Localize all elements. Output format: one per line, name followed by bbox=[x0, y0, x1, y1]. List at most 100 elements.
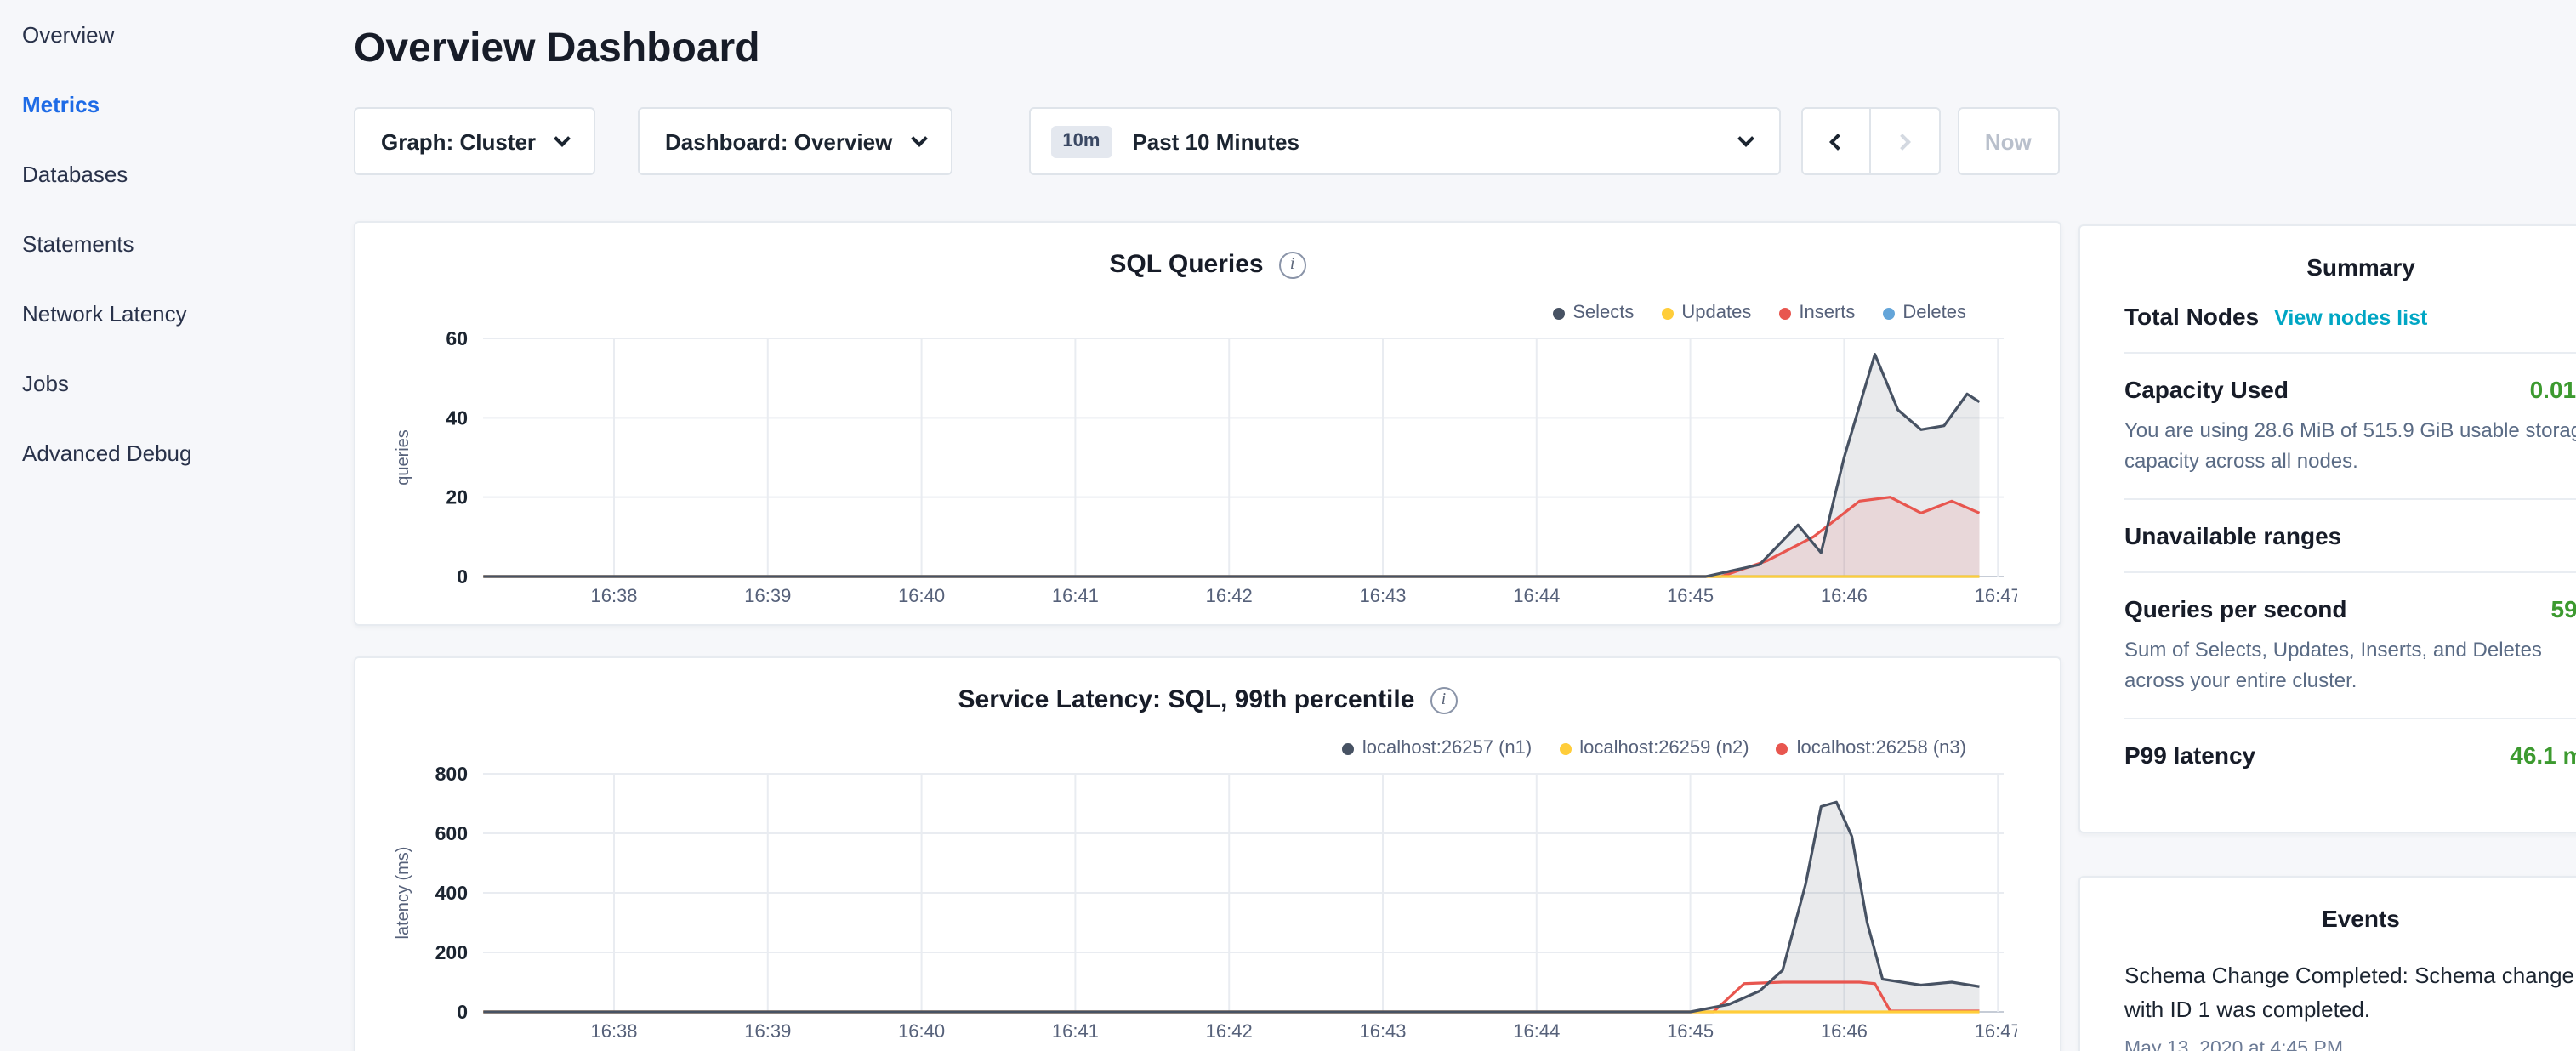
chevron-down-icon bbox=[554, 129, 571, 146]
view-nodes-list-link[interactable]: View nodes list bbox=[2274, 306, 2427, 330]
chart-title: SQL Queries bbox=[1109, 250, 1263, 279]
legend-label: Inserts bbox=[1799, 303, 1855, 323]
svg-text:queries: queries bbox=[394, 429, 412, 486]
sidebar-item-jobs[interactable]: Jobs bbox=[0, 349, 340, 418]
legend-label: Deletes bbox=[1902, 303, 1966, 323]
legend-label: localhost:26258 (n3) bbox=[1797, 738, 1966, 758]
chart-title-row: SQL Queries i bbox=[355, 223, 2060, 279]
legend-item: localhost:26257 (n1) bbox=[1342, 738, 1532, 758]
svg-text:16:43: 16:43 bbox=[1359, 1020, 1406, 1042]
summary-label: Unavailable ranges bbox=[2124, 522, 2341, 549]
summary-row-total-nodes: Total Nodes View nodes list 3 bbox=[2124, 281, 2576, 354]
svg-text:16:44: 16:44 bbox=[1513, 585, 1560, 606]
time-range-label: Past 10 Minutes bbox=[1132, 128, 1299, 154]
summary-row-p99-latency: P99 latency 46.1 ms bbox=[2124, 719, 2576, 791]
toolbar: Graph: Cluster Dashboard: Overview 10m P… bbox=[354, 107, 2061, 175]
summary-row-queries-per-second: Queries per second 59.7 Sum of Selects, … bbox=[2124, 573, 2576, 719]
svg-text:60: 60 bbox=[446, 327, 468, 349]
right-sidebar: Summary Total Nodes View nodes list 3 Ca… bbox=[2078, 224, 2576, 1051]
svg-text:0: 0 bbox=[457, 565, 468, 588]
svg-text:16:40: 16:40 bbox=[898, 1020, 945, 1042]
legend-item: Deletes bbox=[1882, 303, 1966, 323]
sidebar-item-statements[interactable]: Statements bbox=[0, 209, 340, 279]
graph-dropdown-label: Graph: Cluster bbox=[381, 128, 536, 154]
event-item[interactable]: Schema Change Completed: Schema change w… bbox=[2124, 959, 2576, 1051]
sidebar-item-overview[interactable]: Overview bbox=[0, 0, 340, 70]
time-next-button[interactable] bbox=[1870, 107, 1940, 175]
summary-label: Capacity Used bbox=[2124, 376, 2289, 403]
dashboard-dropdown[interactable]: Dashboard: Overview bbox=[638, 107, 952, 175]
summary-label: Queries per second bbox=[2124, 595, 2346, 622]
svg-text:0: 0 bbox=[457, 1001, 468, 1023]
svg-text:16:38: 16:38 bbox=[590, 585, 637, 606]
page-title: Overview Dashboard bbox=[354, 26, 2061, 73]
legend-item: localhost:26259 (n2) bbox=[1559, 738, 1749, 758]
svg-text:200: 200 bbox=[435, 941, 468, 963]
legend-dot-icon bbox=[1777, 742, 1788, 754]
svg-text:16:42: 16:42 bbox=[1206, 585, 1253, 606]
chart-canvas[interactable]: 16:3816:3916:4016:4116:4216:4316:4416:45… bbox=[384, 325, 2017, 611]
events-panel: Events Schema Change Completed: Schema c… bbox=[2078, 876, 2576, 1051]
dashboard-dropdown-label: Dashboard: Overview bbox=[665, 128, 892, 154]
legend-item: Selects bbox=[1552, 303, 1634, 323]
graph-dropdown[interactable]: Graph: Cluster bbox=[354, 107, 595, 175]
time-nav-group bbox=[1800, 107, 1940, 175]
service-latency-chart: Service Latency: SQL, 99th percentile i … bbox=[354, 656, 2061, 1051]
event-text: Schema Change Completed: Schema change w… bbox=[2124, 959, 2576, 1028]
svg-text:600: 600 bbox=[435, 822, 468, 844]
chart-legend: Selects Updates Inserts Deletes bbox=[1552, 303, 1966, 323]
time-range-badge: 10m bbox=[1050, 125, 1112, 157]
legend-dot-icon bbox=[1882, 307, 1894, 319]
now-button[interactable]: Now bbox=[1957, 107, 2059, 175]
main-content: Overview Dashboard Graph: Cluster Dashbo… bbox=[354, 0, 2061, 1051]
svg-text:800: 800 bbox=[435, 763, 468, 785]
svg-text:20: 20 bbox=[446, 486, 468, 508]
svg-text:16:40: 16:40 bbox=[898, 585, 945, 606]
svg-text:16:43: 16:43 bbox=[1359, 585, 1406, 606]
sidebar-item-metrics[interactable]: Metrics bbox=[0, 70, 340, 139]
svg-text:16:46: 16:46 bbox=[1821, 585, 1868, 606]
svg-text:400: 400 bbox=[435, 882, 468, 904]
chevron-right-icon bbox=[1893, 133, 1910, 150]
sidebar-item-network-latency[interactable]: Network Latency bbox=[0, 279, 340, 349]
legend-dot-icon bbox=[1661, 307, 1673, 319]
sidebar: Overview Metrics Databases Statements Ne… bbox=[0, 0, 340, 488]
svg-text:16:46: 16:46 bbox=[1821, 1020, 1868, 1042]
sql-queries-chart: SQL Queries i Selects Updates Inserts Delet… bbox=[354, 221, 2061, 626]
legend-dot-icon bbox=[1559, 742, 1571, 754]
chart-canvas[interactable]: 16:3816:3916:4016:4116:4216:4316:4416:45… bbox=[384, 760, 2017, 1046]
legend-label: localhost:26259 (n2) bbox=[1579, 738, 1749, 758]
legend-dot-icon bbox=[1778, 307, 1790, 319]
time-prev-button[interactable] bbox=[1800, 107, 1870, 175]
sidebar-item-advanced-debug[interactable]: Advanced Debug bbox=[0, 418, 340, 488]
summary-label: P99 latency bbox=[2124, 741, 2255, 769]
chart-title-row: Service Latency: SQL, 99th percentile i bbox=[355, 658, 2060, 714]
chevron-down-icon bbox=[910, 129, 927, 146]
info-icon[interactable]: i bbox=[1430, 686, 1457, 713]
event-timestamp: May 13, 2020 at 4:45 PM bbox=[2124, 1040, 2576, 1051]
legend-item: Updates bbox=[1661, 303, 1751, 323]
svg-text:16:44: 16:44 bbox=[1513, 1020, 1560, 1042]
svg-text:16:42: 16:42 bbox=[1206, 1020, 1253, 1042]
chevron-left-icon bbox=[1829, 133, 1846, 150]
app-viewport: Overview Metrics Databases Statements Ne… bbox=[0, 0, 2576, 1051]
svg-text:16:41: 16:41 bbox=[1052, 585, 1099, 606]
svg-text:16:39: 16:39 bbox=[744, 1020, 791, 1042]
chevron-down-icon bbox=[1737, 129, 1754, 146]
legend-dot-icon bbox=[1342, 742, 1354, 754]
summary-description: You are using 28.6 MiB of 515.9 GiB usab… bbox=[2124, 415, 2576, 476]
legend-item: Inserts bbox=[1778, 303, 1855, 323]
legend-label: Updates bbox=[1681, 303, 1751, 323]
time-range-dropdown[interactable]: 10m Past 10 Minutes bbox=[1028, 107, 1780, 175]
svg-text:latency (ms): latency (ms) bbox=[394, 847, 412, 940]
legend-item: localhost:26258 (n3) bbox=[1777, 738, 1966, 758]
summary-row-capacity-used: Capacity Used 0.01% You are using 28.6 M… bbox=[2124, 354, 2576, 500]
summary-value: 46.1 ms bbox=[2510, 741, 2576, 769]
chart-title: Service Latency: SQL, 99th percentile bbox=[958, 685, 1415, 714]
summary-value: 0.01% bbox=[2530, 376, 2576, 403]
legend-label: Selects bbox=[1572, 303, 1634, 323]
sidebar-item-databases[interactable]: Databases bbox=[0, 139, 340, 209]
summary-row-unavailable-ranges: Unavailable ranges 0 bbox=[2124, 500, 2576, 573]
info-icon[interactable]: i bbox=[1279, 251, 1306, 278]
chart-legend: localhost:26257 (n1) localhost:26259 (n2)… bbox=[1342, 738, 1966, 758]
